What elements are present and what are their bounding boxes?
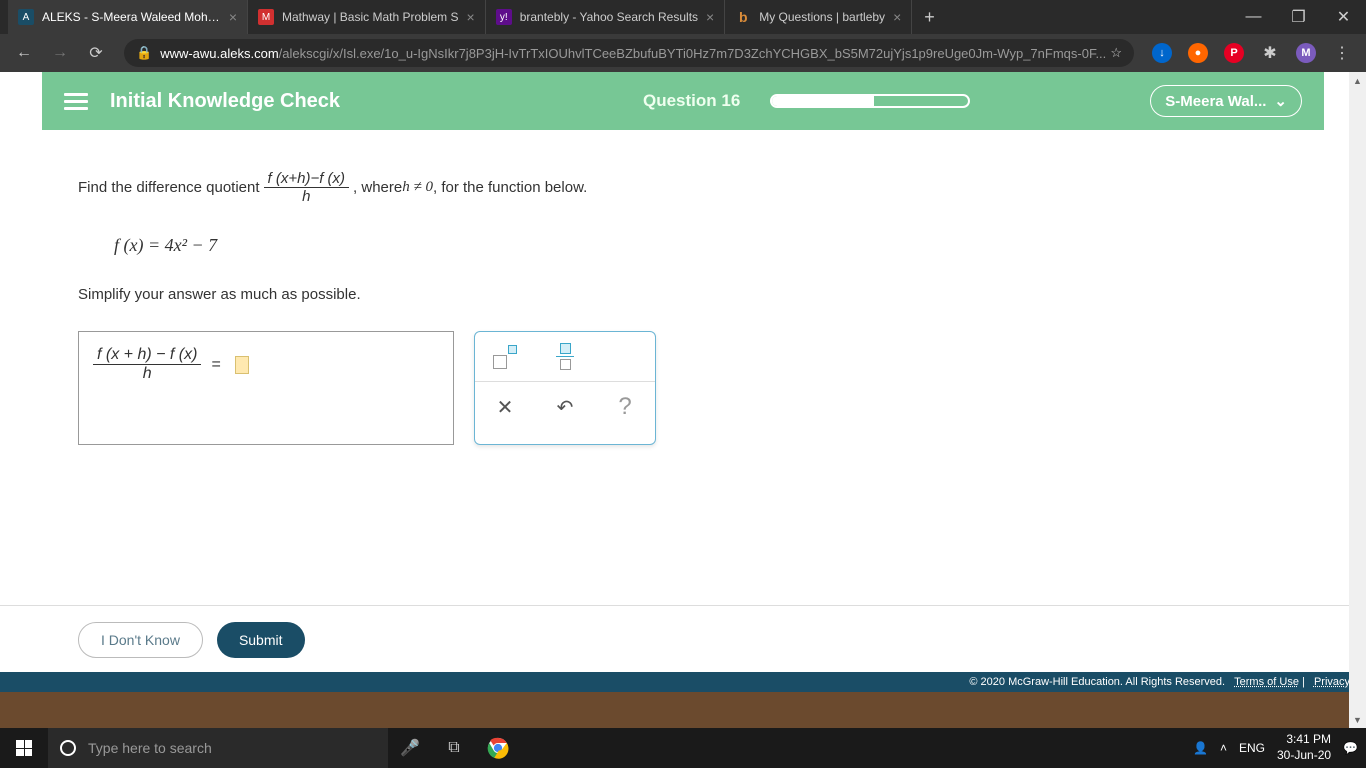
decorative-stripe bbox=[0, 692, 1366, 728]
extension-icon[interactable]: P bbox=[1220, 39, 1248, 67]
tab-title: My Questions | bartleby bbox=[759, 10, 885, 24]
tab-bartleby[interactable]: b My Questions | bartleby × bbox=[725, 0, 912, 34]
exponent-tool[interactable] bbox=[487, 339, 523, 375]
menu-button[interactable]: ⋮ bbox=[1328, 39, 1356, 67]
footer-actions: I Don't Know Submit bbox=[0, 605, 1366, 674]
clear-button[interactable]: ✕ bbox=[487, 389, 523, 425]
language-indicator[interactable]: ENG bbox=[1239, 741, 1265, 755]
problem-area: Find the difference quotient f (x+h)−f (… bbox=[0, 130, 1366, 465]
close-icon[interactable]: × bbox=[229, 9, 237, 25]
forward-button[interactable]: → bbox=[44, 37, 76, 69]
search-icon bbox=[60, 740, 76, 756]
tray-chevron-icon[interactable]: ˄ bbox=[1220, 741, 1227, 755]
maximize-button[interactable]: ❐ bbox=[1276, 0, 1321, 34]
extensions-button[interactable]: ✱ bbox=[1256, 39, 1284, 67]
menu-icon[interactable] bbox=[64, 89, 88, 114]
extension-icon[interactable]: ↓ bbox=[1148, 39, 1176, 67]
mic-icon[interactable]: 🎤 bbox=[388, 728, 432, 768]
submit-button[interactable]: Submit bbox=[217, 622, 305, 658]
reload-button[interactable]: ⟳ bbox=[80, 37, 112, 69]
favicon-mathway: M bbox=[258, 9, 274, 25]
url-bar: ← → ⟳ 🔒 www-awu.aleks.com/alekscgi/x/Isl… bbox=[0, 34, 1366, 72]
address-bar[interactable]: 🔒 www-awu.aleks.com/alekscgi/x/Isl.exe/1… bbox=[124, 39, 1134, 67]
close-icon[interactable]: × bbox=[893, 9, 901, 25]
taskbar: Type here to search 🎤 ⧉ 👤 ˄ ENG 3:41 PM … bbox=[0, 728, 1366, 768]
minimize-button[interactable]: ― bbox=[1231, 0, 1276, 34]
browser-chrome: A ALEKS - S-Meera Waleed Moham × M Mathw… bbox=[0, 0, 1366, 72]
tab-title: ALEKS - S-Meera Waleed Moham bbox=[42, 10, 221, 24]
undo-button[interactable]: ↶ bbox=[547, 389, 583, 425]
instruction-text: Simplify your answer as much as possible… bbox=[78, 286, 1324, 303]
tab-title: brantebly - Yahoo Search Results bbox=[520, 10, 698, 24]
favicon-bartleby: b bbox=[735, 9, 751, 25]
star-icon[interactable]: ☆ bbox=[1110, 45, 1122, 61]
scrollbar[interactable]: ▲ ▼ bbox=[1349, 72, 1366, 728]
page-content: Initial Knowledge Check Question 16 S-Me… bbox=[0, 72, 1366, 728]
scroll-down-icon[interactable]: ▼ bbox=[1349, 711, 1366, 728]
terms-link[interactable]: Terms of Use bbox=[1234, 676, 1299, 688]
clock[interactable]: 3:41 PM 30-Jun-20 bbox=[1277, 732, 1331, 763]
chrome-icon[interactable] bbox=[476, 728, 520, 768]
dont-know-button[interactable]: I Don't Know bbox=[78, 622, 203, 658]
taskbar-search[interactable]: Type here to search bbox=[48, 728, 388, 768]
favicon-aleks: A bbox=[18, 9, 34, 25]
tab-aleks[interactable]: A ALEKS - S-Meera Waleed Moham × bbox=[8, 0, 248, 34]
user-menu[interactable]: S-Meera Wal... ⌄ bbox=[1150, 85, 1302, 117]
tab-mathway[interactable]: M Mathway | Basic Math Problem S × bbox=[248, 0, 486, 34]
copyright-bar: © 2020 McGraw-Hill Education. All Rights… bbox=[0, 672, 1366, 692]
profile-button[interactable]: M bbox=[1292, 39, 1320, 67]
privacy-link[interactable]: Privacy bbox=[1314, 676, 1350, 688]
function-definition: f (x) = 4x² − 7 bbox=[114, 235, 1324, 256]
answer-input[interactable] bbox=[235, 356, 249, 374]
start-button[interactable] bbox=[0, 728, 48, 768]
chevron-down-icon: ⌄ bbox=[1274, 92, 1287, 110]
people-icon[interactable]: 👤 bbox=[1193, 741, 1208, 755]
close-icon[interactable]: × bbox=[706, 9, 714, 25]
favicon-yahoo: y! bbox=[496, 9, 512, 25]
tab-yahoo[interactable]: y! brantebly - Yahoo Search Results × bbox=[486, 0, 726, 34]
new-tab-button[interactable]: + bbox=[912, 7, 947, 28]
answer-box[interactable]: f (x + h) − f (x) h = bbox=[78, 331, 454, 445]
question-number: Question 16 bbox=[643, 91, 740, 111]
back-button[interactable]: ← bbox=[8, 37, 40, 69]
lock-icon: 🔒 bbox=[136, 45, 152, 61]
extension-icon[interactable]: ● bbox=[1184, 39, 1212, 67]
notifications-icon[interactable]: 💬 bbox=[1343, 741, 1358, 755]
tab-title: Mathway | Basic Math Problem S bbox=[282, 10, 459, 24]
aleks-header: Initial Knowledge Check Question 16 S-Me… bbox=[42, 72, 1324, 130]
progress-bar bbox=[770, 94, 970, 108]
fraction-tool[interactable] bbox=[547, 339, 583, 375]
tab-bar: A ALEKS - S-Meera Waleed Moham × M Mathw… bbox=[0, 0, 1366, 34]
task-view-icon[interactable]: ⧉ bbox=[432, 728, 476, 768]
problem-prompt: Find the difference quotient f (x+h)−f (… bbox=[78, 170, 1324, 205]
system-tray: 👤 ˄ ENG 3:41 PM 30-Jun-20 💬 bbox=[1193, 732, 1366, 763]
help-button[interactable]: ? bbox=[607, 389, 643, 425]
math-tool-panel: ✕ ↶ ? bbox=[474, 331, 656, 445]
close-icon[interactable]: × bbox=[467, 9, 475, 25]
page-title: Initial Knowledge Check bbox=[110, 90, 340, 113]
scroll-up-icon[interactable]: ▲ bbox=[1349, 72, 1366, 89]
close-window-button[interactable]: ✕ bbox=[1321, 0, 1366, 34]
